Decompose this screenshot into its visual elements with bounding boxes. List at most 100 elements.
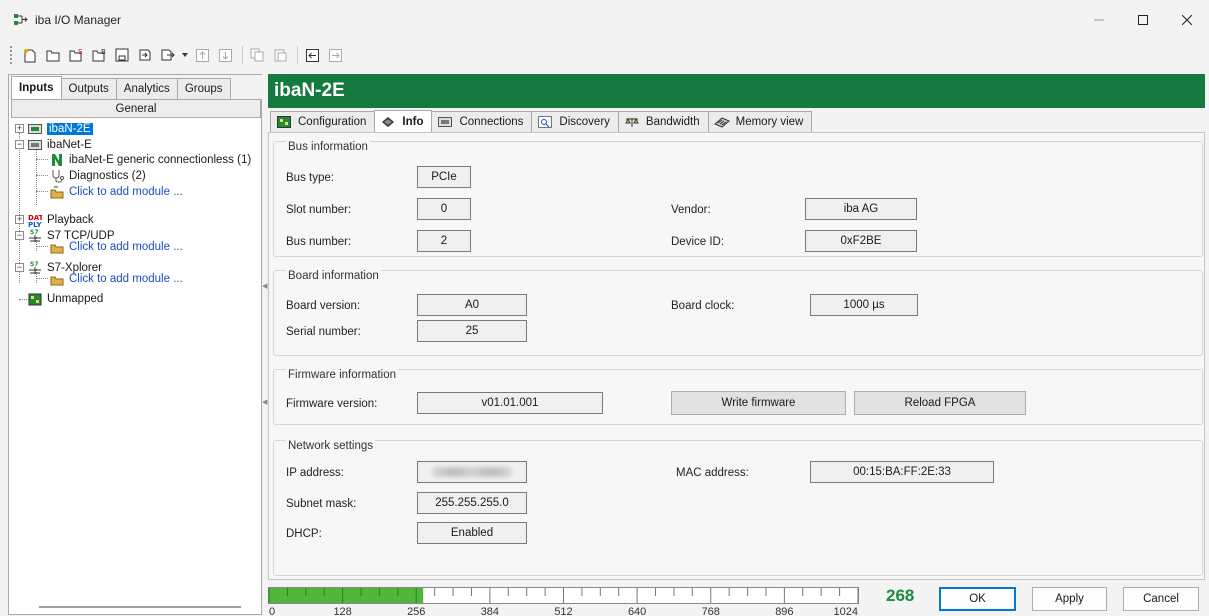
tab-bandwidth[interactable]: Bandwidth <box>617 111 709 132</box>
firmware-version-label: Firmware version: <box>286 398 378 410</box>
collapse-s7tcp-toggle[interactable]: − <box>15 231 24 240</box>
tab-general[interactable]: General <box>11 99 261 118</box>
scale-tick-label: 256 <box>407 606 425 616</box>
detail-panel: ibaN-2E Configuration Info Connections D… <box>268 74 1209 580</box>
vendor-label: Vendor: <box>671 204 711 216</box>
tree-item-add-module[interactable]: Click to add module ... <box>49 271 183 287</box>
slot-number-label: Slot number: <box>286 204 352 216</box>
maximize-button[interactable] <box>1121 0 1165 40</box>
network-card-icon <box>27 122 43 136</box>
open-s-icon[interactable]: S <box>66 45 86 65</box>
module-title: ibaN-2E <box>274 80 345 101</box>
copy-icon[interactable] <box>247 45 267 65</box>
device-id-label: Device ID: <box>671 236 725 248</box>
group-title: Network settings <box>286 440 376 452</box>
module-header: ibaN-2E <box>268 74 1205 108</box>
expand-icon[interactable] <box>325 45 345 65</box>
open-b-icon[interactable]: B <box>89 45 109 65</box>
tab-inputs[interactable]: Inputs <box>11 76 62 99</box>
network-card-icon <box>437 116 453 129</box>
reload-fpga-button[interactable]: Reload FPGA <box>854 391 1026 415</box>
scale-tick-label: 640 <box>628 606 646 616</box>
tree-item-diagnostics[interactable]: Diagnostics (2) <box>49 168 146 184</box>
navigation-tabs: Inputs Outputs Analytics Groups <box>9 75 263 99</box>
tab-discovery[interactable]: Discovery <box>531 111 619 132</box>
group-title: Firmware information <box>286 369 398 381</box>
expand-iban2e-toggle[interactable]: + <box>15 124 24 133</box>
expand-playback-toggle[interactable]: + <box>15 215 24 224</box>
ibanet-module-icon <box>49 153 65 167</box>
new-icon[interactable] <box>20 45 40 65</box>
firmware-version-field: v01.01.001 <box>417 392 603 414</box>
tree-item-add-module[interactable]: Click to add module ... <box>49 239 183 255</box>
subnet-mask-field: 255.255.255.0 <box>417 492 527 514</box>
usage-count: 268 <box>886 586 915 605</box>
tab-analytics[interactable]: Analytics <box>115 78 178 99</box>
board-clock-field: 1000 µs <box>810 294 918 316</box>
scale-tick-label: 1024 <box>834 606 858 616</box>
toolbar-grip[interactable] <box>10 46 14 64</box>
usage-bar <box>269 588 424 603</box>
export-icon[interactable] <box>158 45 178 65</box>
tree-item-playback[interactable]: DAT PLY Playback <box>27 212 94 228</box>
tree-item-iban2e[interactable]: ibaN-2E <box>27 121 93 137</box>
close-button[interactable] <box>1165 0 1209 40</box>
bottom-bar: 0 128 256 384 512 640 768 896 1024 268 OK Apply … <box>268 580 1209 616</box>
dropdown-arrow-icon[interactable] <box>181 45 189 65</box>
collapse-icon[interactable] <box>302 45 322 65</box>
paste-icon[interactable] <box>270 45 290 65</box>
tab-memory-view[interactable]: Memory view <box>707 111 813 132</box>
tree-item-add-module[interactable]: Click to add module ... <box>49 184 183 200</box>
minimize-button[interactable] <box>1077 0 1121 40</box>
open-icon[interactable] <box>43 45 63 65</box>
module-tabs: Configuration Info Connections Discovery… <box>268 110 1205 132</box>
ip-address-label: IP address: <box>286 467 344 479</box>
board-information-group: Board information Board version: A0 Seri… <box>273 270 1203 356</box>
svg-text:S: S <box>78 48 83 56</box>
bandwidth-usage-scale: 0 128 256 384 512 640 768 896 1024 <box>268 587 859 616</box>
dhcp-field: Enabled <box>417 522 527 544</box>
board-clock-label: Board clock: <box>671 300 735 312</box>
tree-item-generic-connectionless[interactable]: ibaNet-E generic connectionless (1) <box>49 152 251 168</box>
tab-info[interactable]: Info <box>374 110 433 132</box>
group-title: Bus information <box>286 141 370 153</box>
tab-groups[interactable]: Groups <box>176 78 231 99</box>
network-settings-group: Network settings IP address: Subnet mask… <box>273 440 1203 576</box>
collapse-ibanet-toggle[interactable]: − <box>15 140 24 149</box>
horizontal-scrollbar[interactable] <box>39 606 241 608</box>
redacted-value <box>432 467 512 477</box>
tree-item-unmapped[interactable]: Unmapped <box>27 291 103 307</box>
splitter-grip-icon: ◀ <box>262 283 268 290</box>
bus-number-field: 2 <box>417 230 471 252</box>
apply-button[interactable]: Apply <box>1032 587 1107 611</box>
slot-number-field: 0 <box>417 198 471 220</box>
scale-tick-label: 896 <box>775 606 793 616</box>
scale-tick-label: 0 <box>269 606 275 616</box>
toolbar-separator <box>297 46 298 64</box>
bandwidth-icon <box>624 116 640 129</box>
collapse-s7xplorer-toggle[interactable]: − <box>15 263 24 272</box>
tab-outputs[interactable]: Outputs <box>60 78 117 99</box>
toolbar: S B <box>0 40 1209 70</box>
tab-configuration[interactable]: Configuration <box>270 111 376 132</box>
board-version-field: A0 <box>417 294 527 316</box>
playback-icon: DAT PLY <box>27 213 43 227</box>
svg-text:B: B <box>101 48 106 56</box>
move-up-icon[interactable] <box>192 45 212 65</box>
write-firmware-button[interactable]: Write firmware <box>671 391 846 415</box>
save-icon[interactable] <box>112 45 132 65</box>
import-icon[interactable] <box>135 45 155 65</box>
group-title: Board information <box>286 270 381 282</box>
tree-item-ibanet-e[interactable]: ibaNet-E <box>27 137 92 153</box>
ok-button[interactable]: OK <box>939 587 1016 611</box>
info-tab-content: Bus information Bus type: PCIe Slot numb… <box>268 132 1205 580</box>
tab-connections[interactable]: Connections <box>431 111 533 132</box>
add-module-icon <box>49 272 65 286</box>
navigation-panel: Inputs Outputs Analytics Groups General … <box>8 74 263 615</box>
cancel-button[interactable]: Cancel <box>1123 587 1199 611</box>
network-card-icon <box>27 138 43 152</box>
move-down-icon[interactable] <box>215 45 235 65</box>
add-module-icon <box>49 240 65 254</box>
mac-address-label: MAC address: <box>676 467 749 479</box>
bus-information-group: Bus information Bus type: PCIe Slot numb… <box>273 141 1203 257</box>
